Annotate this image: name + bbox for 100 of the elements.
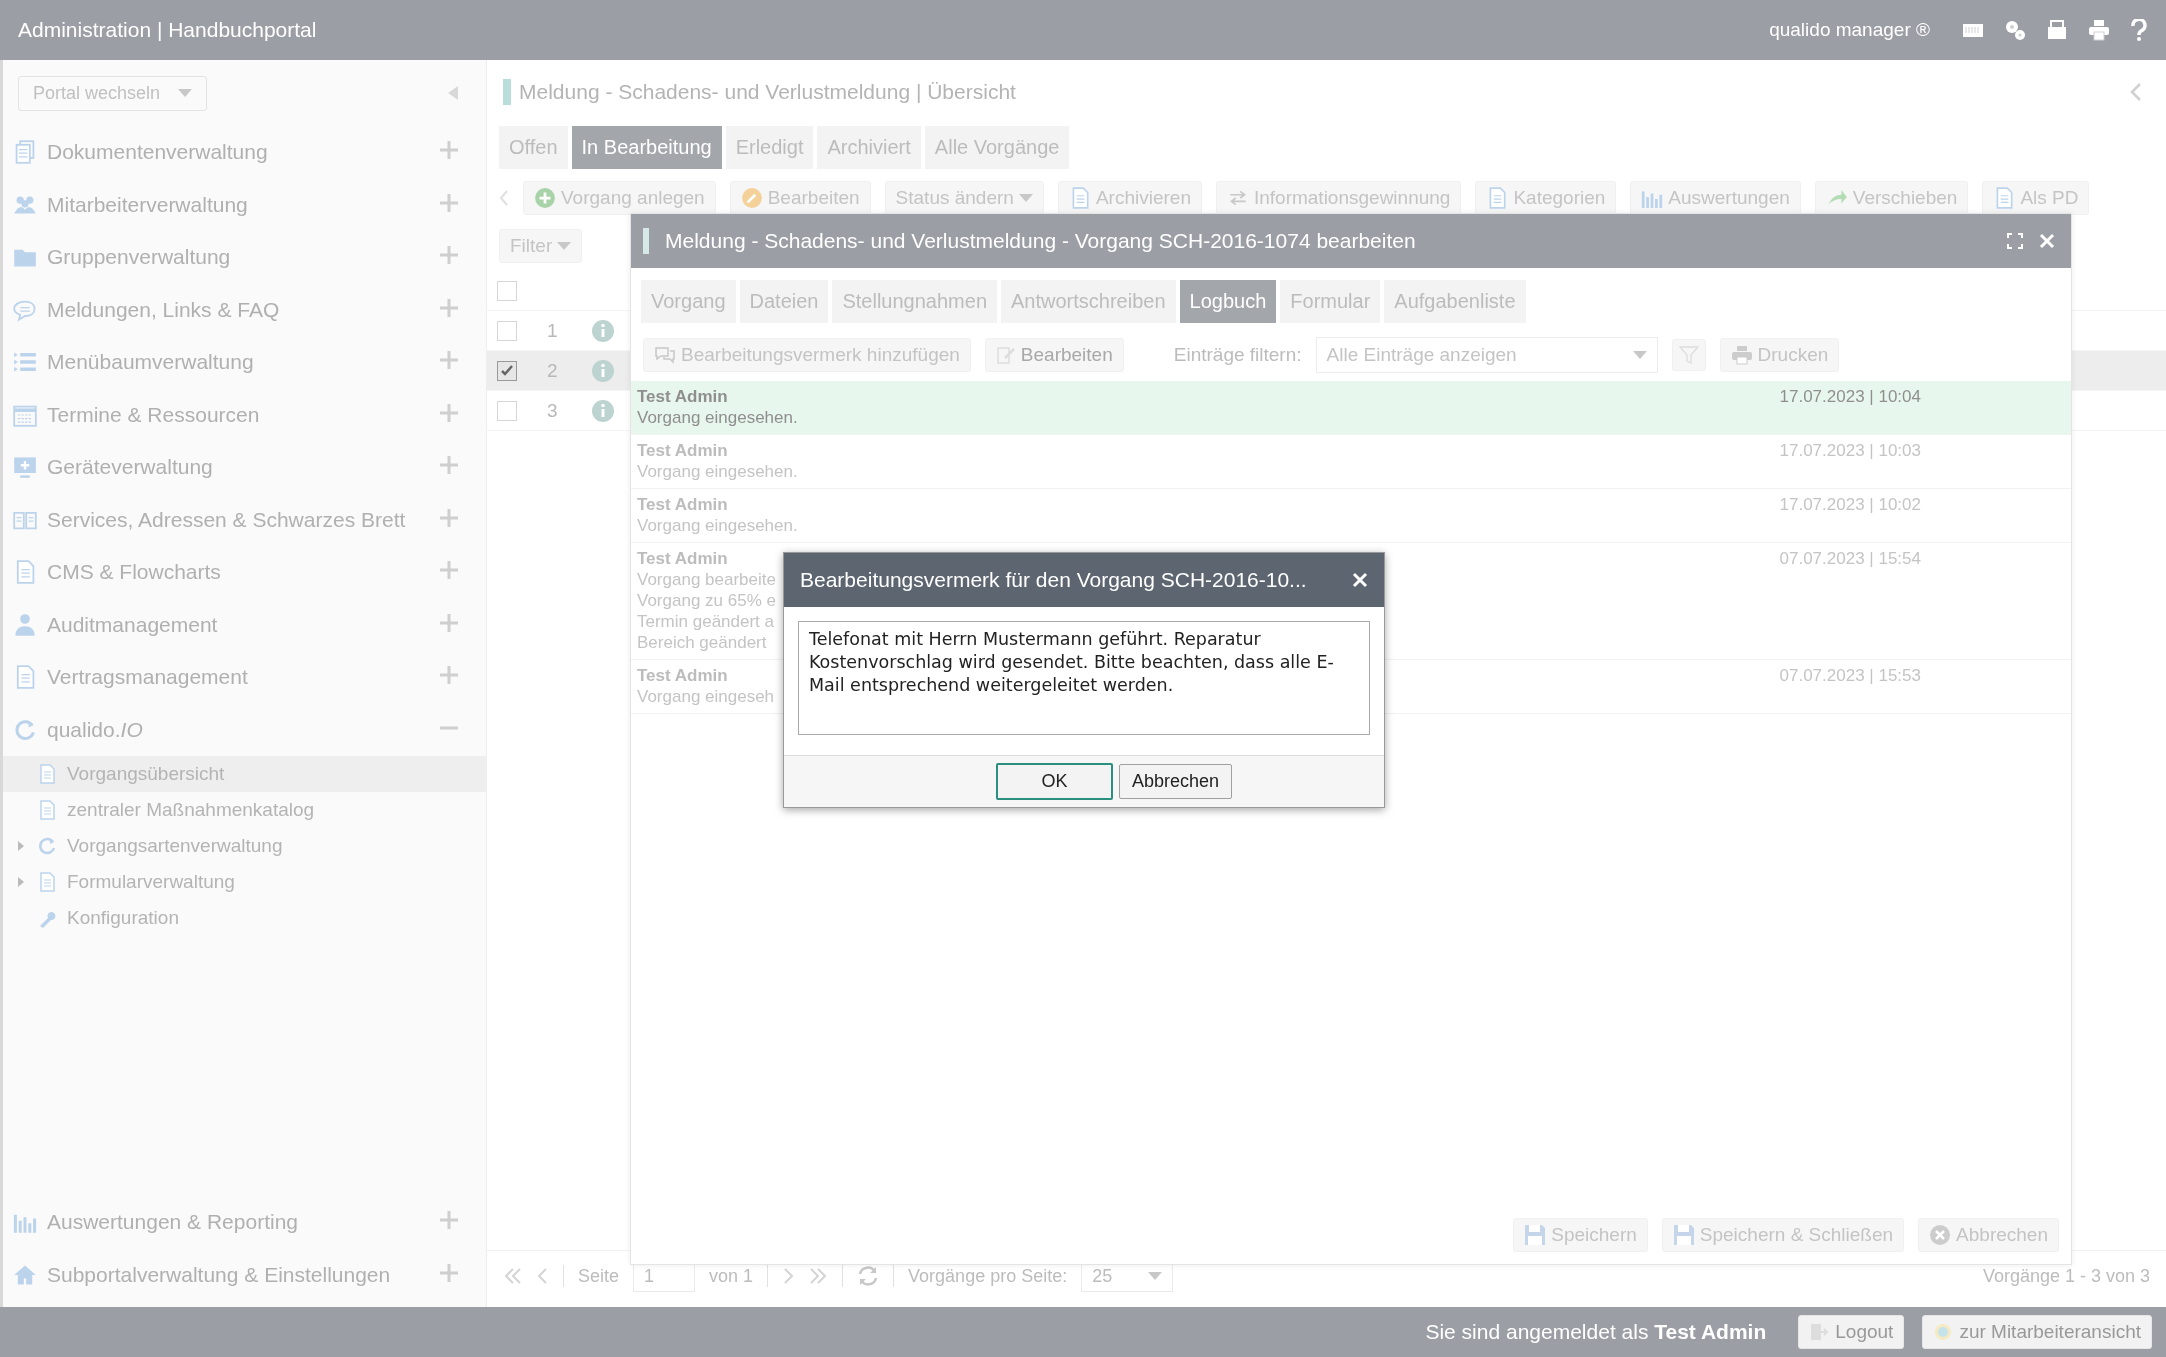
logout-button[interactable]: Logout [1798, 1315, 1905, 1349]
note-text-area[interactable]: Telefonat mit Herrn Mustermann geführt. Reparatur Kostenvorschlag wird gesendet. Bitte beachten, dass alle E-Mail entsprechend weitergeleitet werden. [798, 621, 1370, 735]
close-icon[interactable] [2039, 233, 2055, 249]
entry-author: Test Admin [637, 495, 728, 515]
portal-dropdown[interactable]: Portal wechseln [18, 75, 208, 111]
refresh-icon[interactable] [857, 1265, 880, 1287]
sidebar-item[interactable]: Meldungen, Links & FAQ [3, 283, 486, 336]
cancel-icon [1929, 1224, 1952, 1246]
plus-icon[interactable] [440, 298, 458, 317]
sidebar-item[interactable]: Auditmanagement [3, 598, 486, 651]
circular-arrows-icon [37, 836, 57, 856]
sidebar-item[interactable]: CMS & Flowcharts [3, 546, 486, 599]
collapse-icon[interactable] [448, 86, 458, 100]
checkbox[interactable] [497, 400, 517, 421]
checkbox[interactable] [497, 360, 517, 381]
tab[interactable]: In Bearbeitung [571, 126, 722, 169]
funnel-button[interactable] [1671, 339, 1706, 371]
sidebar-item[interactable]: Services, Adressen & Schwarzes Brett [3, 493, 486, 546]
fax-icon[interactable] [2046, 19, 2068, 41]
entry-timestamp: 17.07.2023 | 10:02 [1779, 495, 1921, 516]
entry-text: Vorgang eingesehen. [637, 515, 798, 536]
caret-icon [1018, 194, 1033, 202]
per-page-label: Vorgänge pro Seite: [908, 1265, 1068, 1287]
plus-icon[interactable] [440, 561, 458, 580]
edit-button[interactable]: Bearbeiten [984, 338, 1124, 372]
circle-icon [1933, 1322, 1954, 1342]
tab[interactable]: Logbuch [1179, 280, 1277, 323]
entry-timestamp: 17.07.2023 | 10:04 [1779, 387, 1921, 408]
entry-author: Test Admin [637, 387, 728, 407]
sidebar-item[interactable]: Vertragsmanagement [3, 651, 486, 704]
entry-text: Vorgang zu 65% e [637, 590, 776, 611]
document-icon [37, 764, 57, 784]
gears-icon[interactable] [2004, 19, 2026, 41]
title-accent-bar [503, 79, 511, 105]
entry-filter-dropdown[interactable]: Alle Einträge anzeigen [1315, 337, 1658, 373]
plus-icon[interactable] [440, 141, 458, 160]
entry-timestamp: 17.07.2023 | 10:03 [1779, 441, 1921, 462]
first-page-icon[interactable] [503, 1268, 523, 1284]
info-icon[interactable] [591, 318, 615, 343]
plus-icon[interactable] [440, 1211, 458, 1230]
plus-icon[interactable] [440, 508, 458, 527]
entry-text: Vorgang eingeseh [637, 686, 775, 707]
sidebar-subitem[interactable]: zentraler Maßnahmenkatalog [3, 792, 486, 828]
employee-view-button[interactable]: zur Mitarbeiteransicht [1922, 1315, 2152, 1349]
plus-icon[interactable] [440, 456, 458, 475]
info-icon[interactable] [591, 398, 615, 423]
entry-text: Termin geändert a [637, 611, 775, 632]
expand-caret-icon[interactable] [17, 877, 25, 887]
maximize-icon[interactable] [2007, 233, 2023, 249]
plus-icon[interactable] [440, 193, 458, 212]
next-page-icon[interactable] [782, 1268, 795, 1284]
sidebar-item[interactable]: Gruppenverwaltung [3, 231, 486, 284]
ok-button[interactable]: OK [995, 763, 1113, 800]
sidebar-item[interactable]: Auswertungen & Reporting [3, 1196, 486, 1249]
plus-icon[interactable] [440, 613, 458, 632]
chevron-left-icon[interactable] [2130, 83, 2142, 101]
page-label: Seite [578, 1265, 620, 1287]
plus-icon[interactable] [440, 1263, 458, 1282]
pencil-icon [995, 345, 1016, 365]
printer-icon [1730, 345, 1753, 365]
sidebar-item[interactable]: Menübaumverwaltung [3, 336, 486, 389]
close-icon[interactable] [1352, 572, 1368, 588]
printer-icon[interactable] [2088, 19, 2110, 41]
page-count: von 1 [709, 1265, 754, 1287]
sidebar-item[interactable]: Termine & Ressourcen [3, 388, 486, 441]
entry-author: Test Admin [637, 441, 728, 461]
sidebar-subitem[interactable]: Vorgangsartenverwaltung [3, 828, 486, 864]
entry-timestamp: 07.07.2023 | 15:53 [1779, 666, 1921, 687]
entry-author: Test Admin [637, 549, 728, 569]
sidebar-subitem[interactable]: Konfiguration [3, 900, 486, 936]
cancel-button[interactable]: Abbrechen [1118, 764, 1233, 799]
documents-icon [13, 140, 37, 165]
entry-author: Test Admin [637, 666, 728, 686]
row-number: 1 [547, 319, 559, 342]
checkbox[interactable] [497, 280, 517, 301]
record-summary: Vorgänge 1 - 3 von 3 [1982, 1265, 2150, 1287]
plus-icon[interactable] [440, 351, 458, 370]
checkbox[interactable] [497, 320, 517, 341]
plus-icon[interactable] [440, 246, 458, 265]
info-icon[interactable] [591, 358, 615, 383]
sidebar-subitem[interactable]: Vorgangsübersicht [3, 756, 486, 792]
sidebar-item[interactable]: Mitarbeiterverwaltung [3, 178, 486, 231]
last-page-icon[interactable] [808, 1268, 829, 1284]
help-icon[interactable] [2130, 19, 2148, 41]
plus-circle-icon [534, 187, 556, 209]
previous-page-icon[interactable] [537, 1268, 549, 1284]
page-title: Meldung - Schadens- und Verlustmeldung | Übersicht [519, 80, 1016, 104]
plus-icon[interactable] [440, 666, 458, 685]
plus-icon[interactable] [440, 403, 458, 422]
sidebar-item[interactable]: qualido.IO [3, 703, 486, 756]
sidebar-item[interactable]: Dokumentenverwaltung [3, 126, 486, 179]
entry-timestamp: 07.07.2023 | 15:54 [1779, 549, 1921, 570]
portal-title: Administration | Handbuchportal [18, 18, 317, 42]
chevron-left-icon[interactable] [499, 190, 509, 206]
sidebar-subitem[interactable]: Formularverwaltung [3, 864, 486, 900]
sidebar-item[interactable]: Subportalverwaltung & Einstellungen [3, 1248, 486, 1301]
sidebar-item[interactable]: Geräteverwaltung [3, 441, 486, 494]
funnel-icon [1678, 345, 1699, 365]
circular-arrows-icon [13, 717, 37, 742]
expand-caret-icon[interactable] [17, 841, 25, 851]
